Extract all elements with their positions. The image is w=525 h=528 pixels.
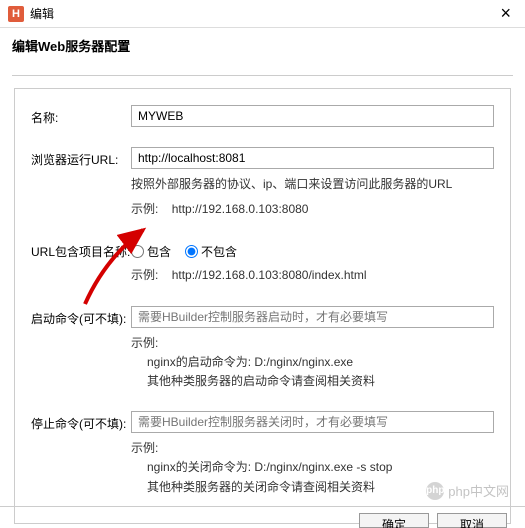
start-hint-line2: 其他种类服务器的启动命令请查阅相关资料 <box>131 372 494 391</box>
start-hint-line1: nginx的启动命令为: D:/nginx/nginx.exe <box>131 353 494 372</box>
url-hint2-value: http://192.168.0.103:8080 <box>172 202 309 216</box>
button-bar: 确定 取消 <box>0 506 525 528</box>
url-hint2-label: 示例: <box>131 202 158 216</box>
include-radio-no[interactable]: 不包含 <box>185 243 237 260</box>
include-opt1-label: 包含 <box>147 243 171 260</box>
form-panel: 名称: 浏览器运行URL: 按照外部服务器的协议、ip、端口来设置访问此服务器的… <box>14 88 511 524</box>
start-hint: 示例: nginx的启动命令为: D:/nginx/nginx.exe 其他种类… <box>131 334 494 392</box>
start-hint-label: 示例: <box>131 334 494 353</box>
stop-hint-line1: nginx的关闭命令为: D:/nginx/nginx.exe -s stop <box>131 458 494 477</box>
include-opt2-label: 不包含 <box>201 243 237 260</box>
include-radio-no-input[interactable] <box>185 245 198 258</box>
stop-hint-label: 示例: <box>131 439 494 458</box>
app-icon: H <box>8 6 24 22</box>
url-input[interactable] <box>131 147 494 169</box>
url-hint-2: 示例: http://192.168.0.103:8080 <box>131 200 494 219</box>
start-label: 启动命令(可不填): <box>31 306 131 327</box>
ok-button[interactable]: 确定 <box>359 513 429 528</box>
close-icon[interactable]: × <box>494 3 517 24</box>
include-label: URL包含项目名称: <box>31 239 131 260</box>
name-input[interactable] <box>131 105 494 127</box>
watermark-icon: php <box>426 482 444 500</box>
watermark: php php中文网 <box>426 481 509 500</box>
include-radio-yes-input[interactable] <box>131 245 144 258</box>
name-label: 名称: <box>31 105 131 126</box>
cancel-button[interactable]: 取消 <box>437 513 507 528</box>
stop-label: 停止命令(可不填): <box>31 411 131 432</box>
url-label: 浏览器运行URL: <box>31 147 131 168</box>
start-input[interactable] <box>131 306 494 328</box>
include-hint: 示例: http://192.168.0.103:8080/index.html <box>131 266 494 285</box>
stop-input[interactable] <box>131 411 494 433</box>
dialog-subtitle: 编辑Web服务器配置 <box>0 28 525 55</box>
include-radio-yes[interactable]: 包含 <box>131 243 171 260</box>
include-hint-label: 示例: <box>131 268 158 282</box>
window-title: 编辑 <box>30 5 494 22</box>
watermark-text: php中文网 <box>448 481 509 500</box>
include-hint-value: http://192.168.0.103:8080/index.html <box>172 268 367 282</box>
url-hint-1: 按照外部服务器的协议、ip、端口来设置访问此服务器的URL <box>131 175 494 194</box>
titlebar: H 编辑 × <box>0 0 525 28</box>
include-radio-group: 包含 不包含 <box>131 239 494 260</box>
divider <box>12 75 513 76</box>
